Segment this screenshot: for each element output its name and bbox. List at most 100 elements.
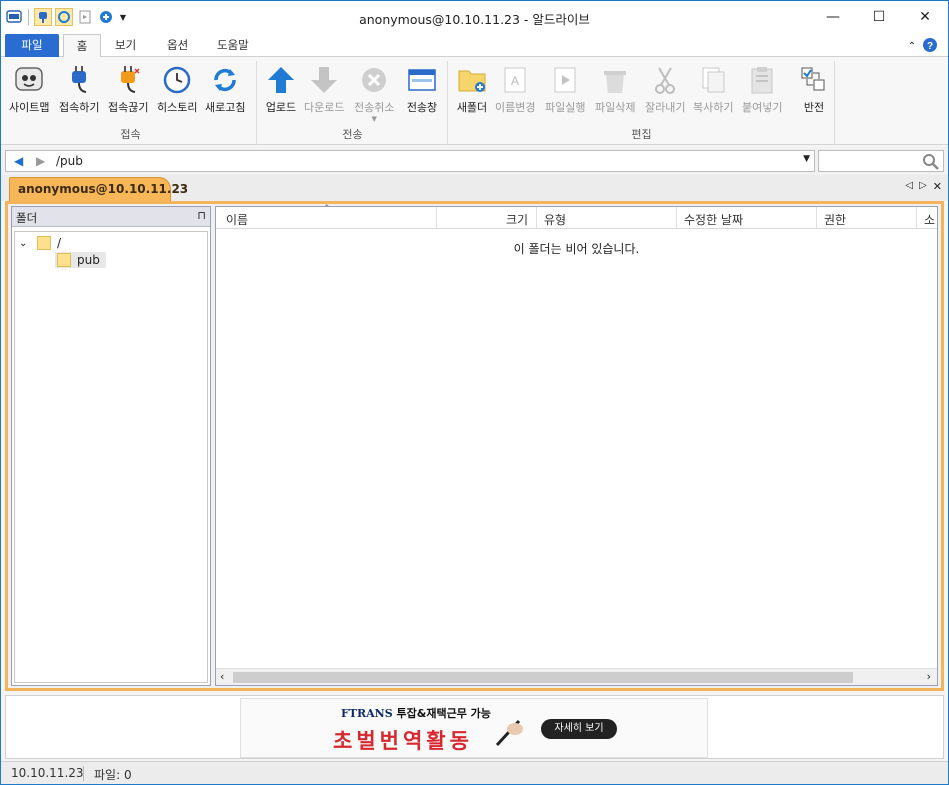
minimize-button[interactable]: — bbox=[810, 1, 856, 33]
tab-prev-icon[interactable]: ◁ bbox=[905, 180, 913, 193]
folder-pane: 폴더 ⊓ ⌄ / pub bbox=[11, 206, 211, 686]
clock-icon bbox=[160, 63, 194, 97]
help-icon[interactable]: ? bbox=[922, 37, 938, 56]
status-host: 10.10.11.23 bbox=[11, 766, 84, 780]
download-button[interactable]: 다운로드 bbox=[304, 63, 344, 115]
scroll-right-icon[interactable]: › bbox=[927, 670, 931, 683]
column-divider bbox=[676, 207, 677, 229]
column-divider bbox=[916, 207, 917, 229]
cancel-transfer-button[interactable]: 전송취소 ▼ bbox=[354, 63, 394, 123]
session-frame: 폴더 ⊓ ⌄ / pub 이름 ⌃ 크기 유형 수정한 날짜 권한 소 이 폴더… bbox=[5, 201, 944, 691]
horizontal-scrollbar[interactable]: ‹ › bbox=[216, 668, 937, 685]
session-tab[interactable]: anonymous@10.10.11.23 bbox=[9, 177, 188, 201]
column-size[interactable]: 크기 bbox=[506, 211, 528, 228]
transfer-window-label: 전송창 bbox=[406, 101, 438, 114]
cut-button[interactable]: 잘라내기 bbox=[645, 63, 685, 115]
invert-selection-button[interactable]: 반전 bbox=[797, 63, 831, 115]
scissors-icon bbox=[648, 63, 682, 97]
collapse-ribbon-icon[interactable]: ⌃ bbox=[908, 41, 916, 52]
empty-folder-message: 이 폴더는 비어 있습니다. bbox=[513, 242, 640, 256]
invert-selection-label: 반전 bbox=[803, 101, 825, 114]
folder-pane-header: 폴더 ⊓ bbox=[12, 207, 210, 227]
tab-options[interactable]: 옵션 bbox=[157, 34, 198, 57]
file-list-header: 이름 ⌃ 크기 유형 수정한 날짜 권한 소 bbox=[216, 204, 937, 229]
rename-label: 이름변경 bbox=[495, 101, 536, 114]
paste-icon bbox=[745, 63, 779, 97]
cancel-dropdown-icon[interactable]: ▼ bbox=[372, 115, 377, 123]
tree-node-root[interactable]: ⌄ / bbox=[19, 236, 61, 250]
connect-label: 접속하기 bbox=[59, 101, 100, 114]
sitemap-icon bbox=[12, 63, 46, 97]
search-icon[interactable] bbox=[922, 153, 940, 174]
upload-button[interactable]: 업로드 bbox=[264, 63, 298, 115]
ad-area: FTRANS 투잡&재택근무 가능 초벌번역활동 자세히 보기 bbox=[5, 695, 944, 759]
maximize-button[interactable]: ☐ bbox=[856, 1, 902, 33]
refresh-button[interactable]: 새로고침 bbox=[205, 63, 245, 115]
session-tab-strip: anonymous@10.10.11.23 ◁ ▷ ✕ bbox=[1, 175, 948, 201]
paste-button[interactable]: 붙여넣기 bbox=[742, 63, 782, 115]
ribbon-controls: ⌃ ? bbox=[908, 37, 938, 56]
sitemap-button[interactable]: 사이트맵 bbox=[9, 63, 49, 115]
scroll-left-icon[interactable]: ‹ bbox=[220, 670, 224, 683]
history-button[interactable]: 히스토리 bbox=[157, 63, 197, 115]
column-divider bbox=[436, 207, 437, 229]
disconnect-button[interactable]: 접속끊기 bbox=[108, 63, 148, 115]
connect-button[interactable]: 접속하기 bbox=[59, 63, 99, 115]
tree-node-pub[interactable]: pub bbox=[55, 252, 106, 268]
new-folder-icon bbox=[455, 63, 489, 97]
svg-text:A: A bbox=[511, 74, 519, 88]
rename-icon: A bbox=[498, 63, 532, 97]
tab-next-icon[interactable]: ▷ bbox=[919, 180, 927, 193]
invert-icon bbox=[797, 63, 831, 97]
paste-label: 붙여넣기 bbox=[742, 101, 783, 114]
refresh-icon bbox=[208, 63, 242, 97]
cut-label: 잘라내기 bbox=[645, 101, 686, 114]
address-field[interactable]: ◀ ▶ /pub ▼ bbox=[5, 150, 815, 172]
disconnect-label: 접속끊기 bbox=[108, 101, 149, 114]
ad-banner[interactable]: FTRANS 투잡&재택근무 가능 초벌번역활동 자세히 보기 bbox=[240, 698, 708, 758]
execute-icon bbox=[548, 63, 582, 97]
scroll-thumb[interactable] bbox=[233, 672, 853, 683]
close-button[interactable]: ✕ bbox=[902, 1, 948, 33]
delete-file-button[interactable]: 파일삭제 bbox=[595, 63, 635, 115]
status-divider bbox=[83, 766, 84, 781]
back-arrow-icon[interactable]: ◀ bbox=[14, 154, 23, 168]
ad-brand: FTRANS bbox=[341, 707, 393, 720]
new-folder-button[interactable]: 새폴더 bbox=[455, 63, 489, 115]
execute-file-button[interactable]: 파일실행 bbox=[545, 63, 585, 115]
tab-view[interactable]: 보기 bbox=[105, 34, 146, 57]
ribbon-tabs: 파일 홈 보기 옵션 도움말 ⌃ ? bbox=[1, 33, 948, 57]
address-dropdown-icon[interactable]: ▼ bbox=[803, 154, 810, 164]
column-type[interactable]: 유형 bbox=[544, 211, 566, 228]
refresh-label: 새로고침 bbox=[205, 101, 246, 114]
transfer-window-button[interactable]: 전송창 bbox=[405, 63, 439, 115]
copy-button[interactable]: 복사하기 bbox=[693, 63, 733, 115]
ad-more-button[interactable]: 자세히 보기 bbox=[541, 719, 617, 739]
tab-home[interactable]: 홈 bbox=[63, 34, 101, 57]
folder-tree: ⌄ / pub bbox=[14, 231, 208, 683]
column-permissions[interactable]: 권한 bbox=[824, 211, 846, 228]
copy-icon bbox=[696, 63, 730, 97]
unplug-icon bbox=[111, 63, 145, 97]
pin-icon[interactable]: ⊓ bbox=[197, 209, 206, 222]
trash-icon bbox=[598, 63, 632, 97]
column-name[interactable]: 이름 bbox=[226, 211, 248, 228]
title-bar: ▼ anonymous@10.10.11.23 - 알드라이브 — ☐ ✕ bbox=[1, 1, 948, 33]
sitemap-label: 사이트맵 bbox=[9, 101, 50, 114]
expand-chevron-icon[interactable]: ⌄ bbox=[19, 238, 31, 249]
cancel-transfer-label: 전송취소 bbox=[354, 101, 395, 114]
sort-ascending-icon: ⌃ bbox=[323, 204, 331, 214]
column-owner[interactable]: 소 bbox=[924, 211, 935, 228]
column-modified[interactable]: 수정한 날짜 bbox=[684, 211, 743, 228]
upload-label: 업로드 bbox=[265, 101, 297, 114]
tab-file[interactable]: 파일 bbox=[5, 34, 59, 57]
forward-arrow-icon[interactable]: ▶ bbox=[36, 154, 45, 168]
tab-close-icon[interactable]: ✕ bbox=[933, 180, 942, 193]
search-input[interactable] bbox=[818, 150, 944, 172]
tab-help[interactable]: 도움말 bbox=[207, 34, 259, 57]
tree-node-label: pub bbox=[77, 253, 100, 267]
rename-button[interactable]: A 이름변경 bbox=[495, 63, 535, 115]
delete-file-label: 파일삭제 bbox=[595, 101, 636, 114]
plug-icon bbox=[62, 63, 96, 97]
download-arrow-icon bbox=[307, 63, 341, 97]
